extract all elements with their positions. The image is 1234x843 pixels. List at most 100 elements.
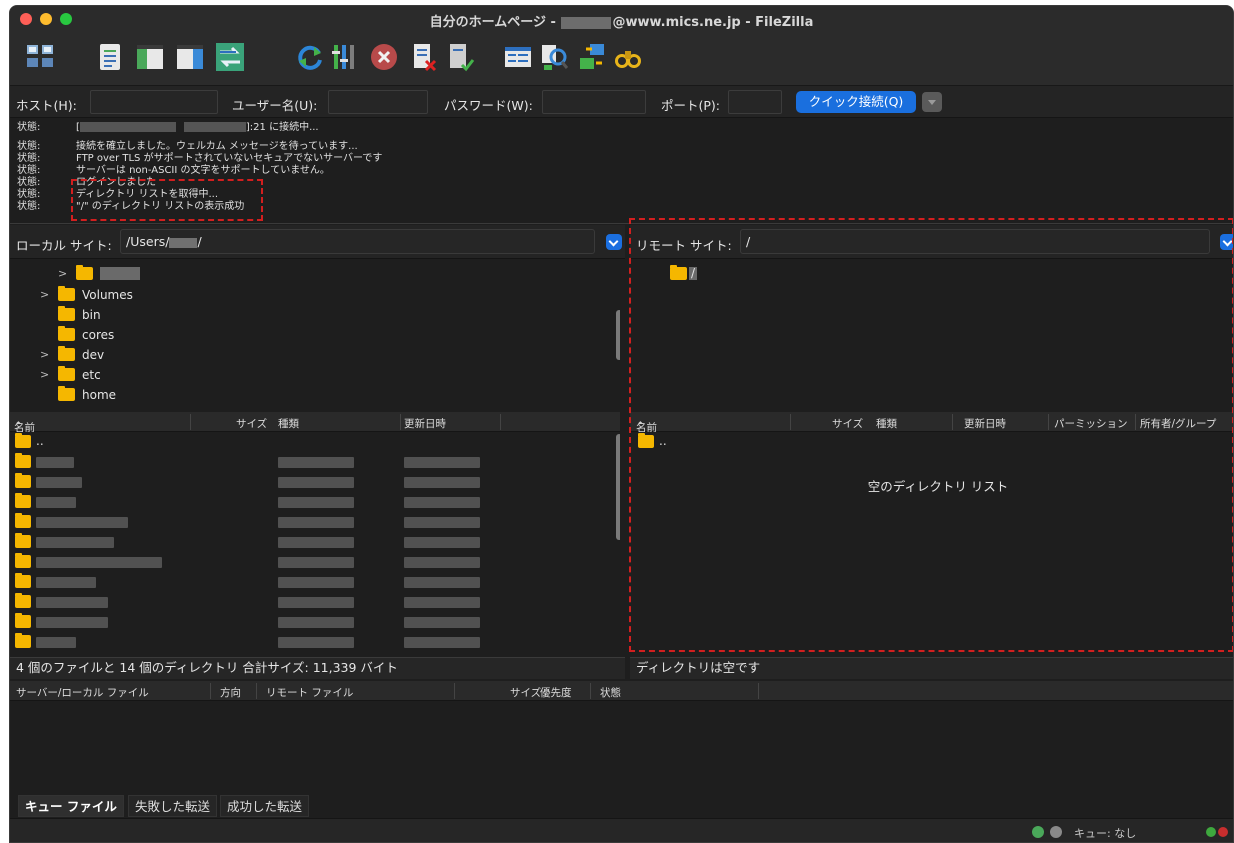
log-line: 状態: FTP over TLS がサポートされていないセキュアでないサーバーです [17, 153, 383, 164]
tree-node[interactable]: > [58, 264, 258, 284]
folder-icon [58, 346, 75, 361]
compare-directories-button[interactable] [538, 41, 570, 73]
tree-node[interactable]: > etc [40, 365, 240, 385]
toggle-transfer-queue-button[interactable] [214, 41, 246, 73]
column-modified[interactable]: 更新日時 [404, 416, 446, 431]
chevron-right-icon[interactable]: > [40, 365, 49, 385]
search-remote-button[interactable] [612, 41, 644, 73]
port-input[interactable] [728, 90, 782, 114]
local-path-dropdown[interactable] [606, 234, 622, 250]
redacted-username [169, 237, 198, 248]
password-label: パスワード(W): [444, 98, 533, 113]
local-list-scrollbar[interactable] [616, 434, 620, 540]
speed-limit-icon[interactable] [1050, 826, 1062, 838]
transfer-queue-icon [216, 43, 244, 71]
compare-icon [542, 45, 569, 70]
redacted-username [561, 16, 612, 29]
tree-node[interactable]: home [40, 385, 240, 405]
local-status: 4 個のファイルと 14 個のディレクトリ 合計サイズ: 11,339 バイト [10, 657, 625, 679]
tree-node[interactable]: bin [40, 305, 240, 325]
folder-icon [15, 473, 31, 488]
synchronized-browsing-button[interactable] [576, 41, 608, 73]
folder-icon [15, 433, 31, 448]
username-input[interactable] [328, 90, 428, 114]
site-manager-button[interactable] [24, 41, 56, 73]
list-item[interactable] [10, 512, 620, 532]
list-item[interactable] [10, 572, 620, 592]
local-list-header: 名前 ⌃ サイズ 種類 更新日時 [10, 412, 620, 434]
reconnect-icon [450, 44, 475, 72]
folder-icon [15, 533, 31, 548]
password-input[interactable] [542, 90, 646, 114]
list-item[interactable] [10, 632, 620, 652]
folder-icon [15, 553, 31, 568]
toggle-message-log-button[interactable] [94, 41, 126, 73]
toggle-local-tree-button[interactable] [134, 41, 166, 73]
local-site-label: ローカル サイト: [16, 238, 112, 253]
folder-icon [15, 593, 31, 608]
column-type[interactable]: 種類 [278, 416, 299, 431]
chevron-right-icon[interactable]: > [58, 264, 67, 284]
log-line: 状態:[]:21 に接続中... [17, 122, 319, 133]
refresh-button[interactable] [294, 41, 326, 73]
folder-icon [15, 633, 31, 648]
activity-indicator-icon [1206, 827, 1216, 837]
list-item[interactable] [10, 592, 620, 612]
process-queue-icon [332, 45, 354, 69]
disconnect-button[interactable] [408, 41, 440, 73]
folder-icon [15, 573, 31, 588]
message-log-icon [100, 44, 120, 70]
list-item[interactable] [10, 452, 620, 472]
chevron-right-icon[interactable]: > [40, 285, 49, 305]
tree-node[interactable]: > Volumes [40, 285, 240, 305]
log-line: 状態: サーバーは non-ASCII の文字をサポートしていません。 [17, 165, 330, 176]
tab-failed-transfers[interactable]: 失敗した転送 [128, 795, 218, 817]
folder-icon [15, 513, 31, 528]
local-tree-scrollbar[interactable] [616, 310, 620, 360]
highlight-box [629, 218, 1233, 652]
toggle-remote-tree-button[interactable] [174, 41, 206, 73]
redacted-host [79, 122, 176, 132]
column-remote-file[interactable]: リモート ファイル [266, 685, 353, 700]
tab-queued-files[interactable]: キュー ファイル [18, 795, 124, 817]
column-server-local-file[interactable]: サーバー/ローカル ファイル [16, 685, 149, 700]
filter-button[interactable] [502, 41, 534, 73]
title-bar: 自分のホームページ - @www.mics.ne.jp - FileZilla [10, 6, 1233, 32]
process-queue-button[interactable] [330, 41, 362, 73]
list-item[interactable] [10, 612, 620, 632]
port-label: ポート(P): [661, 98, 721, 113]
tree-node[interactable]: cores [40, 325, 240, 345]
transfer-queue-list [10, 702, 1233, 792]
folder-icon [15, 613, 31, 628]
cancel-icon [371, 44, 397, 70]
highlight-box [71, 179, 263, 221]
folder-icon [76, 265, 93, 280]
column-status[interactable]: 状態 [600, 685, 621, 700]
chevron-right-icon[interactable]: > [40, 345, 49, 365]
list-item[interactable] [10, 492, 620, 512]
disconnect-icon [414, 44, 437, 72]
local-tree-icon [137, 45, 163, 69]
cancel-button[interactable] [368, 41, 400, 73]
tab-successful-transfers[interactable]: 成功した転送 [220, 795, 310, 817]
column-direction[interactable]: 方向 [220, 685, 241, 700]
list-item[interactable]: .. [10, 432, 620, 452]
folder-icon [58, 306, 75, 321]
quickconnect-history-dropdown[interactable] [922, 92, 942, 112]
column-priority[interactable]: 優先度 [540, 685, 572, 700]
window-title: 自分のホームページ - @www.mics.ne.jp - FileZilla [429, 15, 814, 30]
column-size[interactable]: サイズ [510, 685, 541, 700]
host-input[interactable] [90, 90, 218, 114]
list-item[interactable] [10, 552, 620, 572]
list-item[interactable] [10, 532, 620, 552]
local-directory-tree: > > Volumes bin cores > dev > etc home [10, 260, 620, 408]
quickconnect-button[interactable]: クイック接続(Q) [796, 91, 916, 113]
redacted-host [183, 122, 246, 132]
toolbar [10, 32, 1233, 86]
reconnect-button[interactable] [444, 41, 476, 73]
column-size[interactable]: サイズ [236, 416, 267, 431]
sort-ascending-icon: ⌃ [14, 420, 23, 432]
local-path-input[interactable]: /Users// [120, 229, 595, 254]
tree-node[interactable]: > dev [40, 345, 240, 365]
list-item[interactable] [10, 472, 620, 492]
